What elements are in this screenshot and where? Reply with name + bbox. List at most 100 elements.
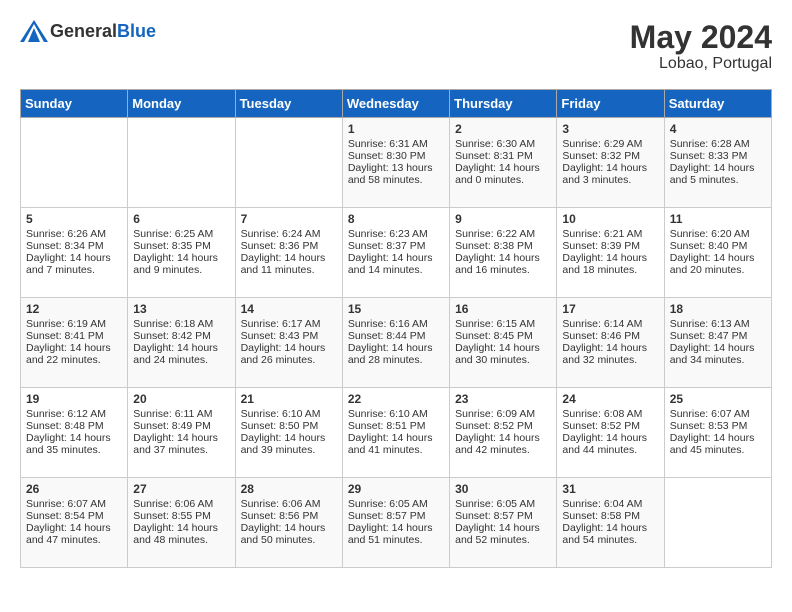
sunset-time: Sunset: 8:30 PM bbox=[348, 150, 444, 162]
logo: GeneralBlue bbox=[20, 20, 156, 42]
daylight-hours: Daylight: 14 hours and 0 minutes. bbox=[455, 162, 551, 186]
sunrise-time: Sunrise: 6:20 AM bbox=[670, 228, 766, 240]
calendar-cell: 1Sunrise: 6:31 AMSunset: 8:30 PMDaylight… bbox=[342, 118, 449, 208]
sunrise-time: Sunrise: 6:22 AM bbox=[455, 228, 551, 240]
calendar-cell: 29 Sunrise: 6:05 AMSunset: 8:57 PMDayligh… bbox=[342, 478, 449, 568]
calendar-cell: 21Sunrise: 6:10 AMSunset: 8:50 PMDayligh… bbox=[235, 388, 342, 478]
day-number: 4 bbox=[670, 122, 766, 136]
sunset-time: Sunset: 8:58 PM bbox=[562, 510, 658, 522]
sunrise-time: Sunrise: 6:09 AM bbox=[455, 408, 551, 420]
title-block: May 2024 Lobao, Portugal bbox=[630, 20, 772, 73]
week-row-5: 26 Sunrise: 6:07 AMSunset: 8:54 PM Dayligh… bbox=[21, 478, 772, 568]
calendar-cell: 30 Sunrise: 6:05 AMSunset: 8:57 PMDayligh… bbox=[450, 478, 557, 568]
calendar-cell: 16Sunrise: 6:15 AMSunset: 8:45 PMDayligh… bbox=[450, 298, 557, 388]
sunrise-time: Sunrise: 6:19 AM bbox=[26, 318, 122, 330]
sunset-time: Sunset: 8:36 PM bbox=[241, 240, 337, 252]
sunrise-time: Sunrise: 6:08 AM bbox=[562, 408, 658, 420]
sunset-time: Sunset: 8:44 PM bbox=[348, 330, 444, 342]
sunset-time: Sunset: 8:53 PM bbox=[670, 420, 766, 432]
calendar-cell: 6Sunrise: 6:25 AMSunset: 8:35 PMDaylight… bbox=[128, 208, 235, 298]
calendar-table: SundayMondayTuesdayWednesdayThursdayFrid… bbox=[20, 89, 772, 568]
sunrise-time: Sunrise: 6:06 AM bbox=[133, 498, 229, 510]
day-number: 6 bbox=[133, 212, 229, 226]
day-number: 30 bbox=[455, 482, 551, 496]
daylight-hours: Daylight: 14 hours and 30 minutes. bbox=[455, 342, 551, 366]
sunrise-time: Sunrise: 6:11 AM bbox=[133, 408, 229, 420]
day-number: 8 bbox=[348, 212, 444, 226]
sunset-time: Sunset: 8:54 PM bbox=[26, 510, 122, 522]
weekday-header-row: SundayMondayTuesdayWednesdayThursdayFrid… bbox=[21, 90, 772, 118]
calendar-cell: 18Sunrise: 6:13 AMSunset: 8:47 PMDayligh… bbox=[664, 298, 771, 388]
weekday-header-sunday: Sunday bbox=[21, 90, 128, 118]
daylight-hours: Daylight: 14 hours and 26 minutes. bbox=[241, 342, 337, 366]
sunset-time: Sunset: 8:52 PM bbox=[562, 420, 658, 432]
sunset-time: Sunset: 8:35 PM bbox=[133, 240, 229, 252]
week-row-2: 5Sunrise: 6:26 AMSunset: 8:34 PMDaylight… bbox=[21, 208, 772, 298]
sunrise-time: Sunrise: 6:05 AM bbox=[348, 498, 444, 510]
calendar-cell: 19Sunrise: 6:12 AMSunset: 8:48 PMDayligh… bbox=[21, 388, 128, 478]
day-number: 13 bbox=[133, 302, 229, 316]
day-number: 1 bbox=[348, 122, 444, 136]
daylight-hours: Daylight: 14 hours and 41 minutes. bbox=[348, 432, 444, 456]
sunrise-time: Sunrise: 6:25 AM bbox=[133, 228, 229, 240]
sunrise-time: Sunrise: 6:07 AM bbox=[26, 498, 122, 510]
daylight-hours: Daylight: 14 hours and 18 minutes. bbox=[562, 252, 658, 276]
daylight-hours: Daylight: 14 hours and 50 minutes. bbox=[241, 522, 337, 546]
weekday-header-saturday: Saturday bbox=[664, 90, 771, 118]
calendar-cell: 12Sunrise: 6:19 AMSunset: 8:41 PMDayligh… bbox=[21, 298, 128, 388]
weekday-header-friday: Friday bbox=[557, 90, 664, 118]
sunrise-time: Sunrise: 6:15 AM bbox=[455, 318, 551, 330]
sunset-time: Sunset: 8:33 PM bbox=[670, 150, 766, 162]
daylight-hours: Daylight: 14 hours and 3 minutes. bbox=[562, 162, 658, 186]
daylight-hours: Daylight: 14 hours and 51 minutes. bbox=[348, 522, 444, 546]
sunrise-time: Sunrise: 6:21 AM bbox=[562, 228, 658, 240]
location: Lobao, Portugal bbox=[630, 55, 772, 73]
weekday-header-thursday: Thursday bbox=[450, 90, 557, 118]
day-number: 24 bbox=[562, 392, 658, 406]
day-number: 3 bbox=[562, 122, 658, 136]
day-number: 19 bbox=[26, 392, 122, 406]
calendar-cell bbox=[128, 118, 235, 208]
day-number: 25 bbox=[670, 392, 766, 406]
sunrise-time: Sunrise: 6:17 AM bbox=[241, 318, 337, 330]
daylight-hours: Daylight: 14 hours and 42 minutes. bbox=[455, 432, 551, 456]
daylight-hours: Daylight: 14 hours and 45 minutes. bbox=[670, 432, 766, 456]
day-number: 27 bbox=[133, 482, 229, 496]
day-number: 21 bbox=[241, 392, 337, 406]
daylight-hours: Daylight: 14 hours and 7 minutes. bbox=[26, 252, 122, 276]
daylight-hours: Daylight: 14 hours and 52 minutes. bbox=[455, 522, 551, 546]
sunset-time: Sunset: 8:32 PM bbox=[562, 150, 658, 162]
daylight-hours: Daylight: 14 hours and 16 minutes. bbox=[455, 252, 551, 276]
calendar-cell: 27Sunrise: 6:06 AMSunset: 8:55 PMDayligh… bbox=[128, 478, 235, 568]
calendar-cell bbox=[235, 118, 342, 208]
calendar-cell: 17Sunrise: 6:14 AMSunset: 8:46 PMDayligh… bbox=[557, 298, 664, 388]
sunset-time: Sunset: 8:57 PM bbox=[348, 510, 444, 522]
daylight-hours: Daylight: 14 hours and 37 minutes. bbox=[133, 432, 229, 456]
daylight-hours: Daylight: 14 hours and 32 minutes. bbox=[562, 342, 658, 366]
day-number: 22 bbox=[348, 392, 444, 406]
sunrise-time: Sunrise: 6:05 AM bbox=[455, 498, 551, 510]
sunset-time: Sunset: 8:57 PM bbox=[455, 510, 551, 522]
weekday-header-monday: Monday bbox=[128, 90, 235, 118]
day-number: 26 bbox=[26, 482, 122, 496]
day-number: 29 bbox=[348, 482, 444, 496]
sunset-time: Sunset: 8:48 PM bbox=[26, 420, 122, 432]
sunrise-time: Sunrise: 6:07 AM bbox=[670, 408, 766, 420]
calendar-cell: 8Sunrise: 6:23 AMSunset: 8:37 PMDaylight… bbox=[342, 208, 449, 298]
logo-icon bbox=[20, 20, 48, 42]
calendar-cell: 10Sunrise: 6:21 AMSunset: 8:39 PMDayligh… bbox=[557, 208, 664, 298]
calendar-cell: 15Sunrise: 6:16 AMSunset: 8:44 PMDayligh… bbox=[342, 298, 449, 388]
sunset-time: Sunset: 8:50 PM bbox=[241, 420, 337, 432]
day-number: 28 bbox=[241, 482, 337, 496]
calendar-cell bbox=[664, 478, 771, 568]
page-header: GeneralBlue May 2024 Lobao, Portugal bbox=[20, 20, 772, 73]
day-number: 5 bbox=[26, 212, 122, 226]
month-year: May 2024 bbox=[630, 20, 772, 55]
week-row-4: 19Sunrise: 6:12 AMSunset: 8:48 PMDayligh… bbox=[21, 388, 772, 478]
sunset-time: Sunset: 8:38 PM bbox=[455, 240, 551, 252]
day-number: 14 bbox=[241, 302, 337, 316]
daylight-hours: Daylight: 14 hours and 24 minutes. bbox=[133, 342, 229, 366]
weekday-header-tuesday: Tuesday bbox=[235, 90, 342, 118]
sunset-time: Sunset: 8:31 PM bbox=[455, 150, 551, 162]
sunrise-time: Sunrise: 6:29 AM bbox=[562, 138, 658, 150]
